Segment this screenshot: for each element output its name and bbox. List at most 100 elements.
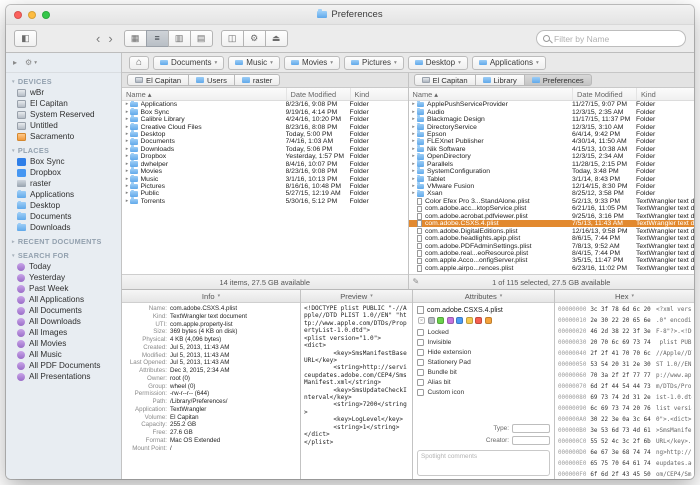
file-row[interactable]: ▸Nik Software4/15/13, 10:38 AMFolder — [409, 146, 695, 153]
file-row[interactable]: ▸Epson6/4/14, 9:42 PMFolder — [409, 131, 695, 138]
sidebar-section-devices[interactable]: ▾DEVICES — [6, 73, 121, 87]
sidebar-item-yesterday[interactable]: Yesterday — [6, 272, 121, 283]
close-button[interactable] — [14, 11, 22, 19]
path-shortcut-pictures[interactable]: Pictures▾ — [344, 56, 404, 70]
file-row[interactable]: ▸VMware Fusion12/14/15, 8:30 PMFolder — [409, 183, 695, 190]
sidebar-item-untitled[interactable]: Untitled — [6, 120, 121, 131]
sidebar-item-documents[interactable]: Documents — [6, 211, 121, 222]
file-row[interactable]: ▸Parallels11/28/15, 2:15 PMFolder — [409, 161, 695, 168]
sidebar-item-all-documents[interactable]: All Documents — [6, 305, 121, 316]
column-header-date-modified[interactable]: Date Modified — [572, 88, 636, 100]
path-shortcut-applications[interactable]: Applications▾ — [472, 56, 546, 70]
back-button[interactable]: ‹ — [93, 32, 103, 45]
file-row[interactable]: ▸Box Sync9/19/16, 4:14 PMFolder — [122, 108, 408, 115]
info-module-header[interactable]: Info ▾ — [122, 290, 300, 303]
file-row[interactable]: ▸Calibre Library4/24/16, 10:20 PMFolder — [122, 116, 408, 123]
label-none-swatch[interactable]: × — [418, 317, 425, 324]
label-color-swatch[interactable] — [447, 317, 454, 324]
sidebar-item-all-music[interactable]: All Music — [6, 349, 121, 360]
checkbox-alias-bit[interactable]: Alias bit — [417, 377, 486, 387]
file-row[interactable]: ▸DownloadsToday, 5:06 PMFolder — [122, 146, 408, 153]
file-row[interactable]: com.adobe.CSXS.4.plist7/5/13, 11:43 AMTe… — [409, 220, 695, 227]
column-header-name[interactable]: Name ▴ — [409, 88, 573, 100]
file-row[interactable]: com.apple.Acco...onfigServer.plist3/5/15… — [409, 257, 695, 264]
label-color-swatch[interactable] — [428, 317, 435, 324]
minimize-button[interactable] — [28, 11, 36, 19]
sidebar-item-system-reserved[interactable]: System Reserved — [6, 109, 121, 120]
sidebar-item-box-sync[interactable]: Box Sync — [6, 156, 121, 167]
file-row[interactable]: com.adobe.headlights.apip.plist8/6/15, 7… — [409, 235, 695, 242]
column-header-name[interactable]: Name ▴ — [122, 88, 286, 100]
sidebar-item-sacramento[interactable]: Sacramento — [6, 131, 121, 142]
file-row[interactable]: ▸FLEXnet Publisher4/30/14, 11:50 AMFolde… — [409, 138, 695, 145]
zoom-button[interactable] — [42, 11, 50, 19]
file-row[interactable]: Color Efex Pro 3...StandAlone.plist5/2/1… — [409, 198, 695, 205]
path-shortcut-music[interactable]: Music▾ — [228, 56, 280, 70]
file-row[interactable]: com.adobe.acc...ktopService.plist6/21/16… — [409, 205, 695, 212]
attr-field-input[interactable] — [512, 424, 550, 433]
label-color-swatch[interactable] — [466, 317, 473, 324]
file-row[interactable]: com.apple.airpo...rences.plist6/23/16, 1… — [409, 265, 695, 272]
file-row[interactable]: ▸Tablet3/1/14, 8:43 PMFolder — [409, 175, 695, 182]
dual-pane-button[interactable]: ◫ — [221, 30, 244, 47]
sidebar-item-past-week[interactable]: Past Week — [6, 283, 121, 294]
attr-field-input[interactable] — [512, 436, 550, 445]
column-header-kind[interactable]: Kind — [636, 88, 694, 100]
sidebar-item-downloads[interactable]: Downloads — [6, 222, 121, 233]
eject-button[interactable]: ⏏ — [265, 30, 288, 47]
titlebar[interactable]: Preferences — [6, 5, 694, 25]
column-view-button[interactable]: ▥ — [168, 30, 191, 47]
sidebar-item-wbr[interactable]: wBr — [6, 87, 121, 98]
sidebar-item-applications[interactable]: Applications — [6, 189, 121, 200]
path-shortcut-desktop[interactable]: Desktop▾ — [408, 56, 468, 70]
file-row[interactable]: ▸Torrents5/30/16, 5:12 PMFolder — [122, 198, 408, 205]
label-color-swatch[interactable] — [437, 317, 444, 324]
sidebar-disclosure-button[interactable]: ▸ — [13, 58, 17, 67]
label-color-swatch[interactable] — [475, 317, 482, 324]
forward-button[interactable]: › — [105, 32, 115, 45]
sidebar-item-all-images[interactable]: All Images — [6, 327, 121, 338]
edit-icon[interactable]: ✎ — [413, 278, 420, 286]
sidebar-section-search-for[interactable]: ▾SEARCH FOR — [6, 247, 121, 261]
sidebar-section-places[interactable]: ▾PLACES — [6, 142, 121, 156]
coverflow-view-button[interactable]: ▤ — [190, 30, 213, 47]
file-row[interactable]: ▸Creative Cloud Files8/23/16, 8:08 PMFol… — [122, 123, 408, 130]
file-row[interactable]: com.adobe.acrobat.pdfviewer.plist9/25/16… — [409, 213, 695, 220]
file-row[interactable]: com.adobe.PDFAdminSettings.plist7/8/13, … — [409, 242, 695, 249]
breadcrumb-users[interactable]: Users — [188, 74, 235, 86]
home-button[interactable]: ⌂ — [129, 56, 149, 70]
path-shortcut-movies[interactable]: Movies▾ — [284, 56, 340, 70]
spotlight-comments-box[interactable]: Spotlight comments — [417, 450, 550, 476]
file-row[interactable]: com.adobe.real...eoResource.plist8/4/15,… — [409, 250, 695, 257]
breadcrumb-el-capitan[interactable]: El Capitan — [414, 74, 476, 86]
sidebar-section-recent-documents[interactable]: ▸RECENT DOCUMENTS — [6, 233, 121, 247]
checkbox-invisible[interactable]: Invisible — [417, 337, 486, 347]
sidebar-item-today[interactable]: Today — [6, 261, 121, 272]
file-row[interactable]: ▸dwhelper8/4/16, 10:07 PMFolder — [122, 161, 408, 168]
sidebar-item-all-movies[interactable]: All Movies — [6, 338, 121, 349]
sidebar-item-raster[interactable]: raster — [6, 178, 121, 189]
file-row[interactable]: ▸OpenDirectory12/3/15, 2:34 AMFolder — [409, 153, 695, 160]
label-color-swatch[interactable] — [456, 317, 463, 324]
file-row[interactable]: ▸Public5/27/15, 12:19 AMFolder — [122, 190, 408, 197]
checkbox-stationery-pad[interactable]: Stationery Pad — [417, 357, 486, 367]
file-row[interactable]: ▸Music3/1/16, 10:13 PMFolder — [122, 175, 408, 182]
breadcrumb-library[interactable]: Library — [475, 74, 525, 86]
file-row[interactable]: ▸Xsan8/25/12, 3:58 PMFolder — [409, 190, 695, 197]
file-row[interactable]: ▸SystemConfigurationToday, 3:48 PMFolder — [409, 168, 695, 175]
label-color-swatch[interactable] — [485, 317, 492, 324]
checkbox-hide-extension[interactable]: Hide extension — [417, 347, 486, 357]
file-row[interactable]: com.adobe.DigitalEditions.plist12/16/13,… — [409, 227, 695, 234]
file-row[interactable]: ▸DropboxYesterday, 1:57 PMFolder — [122, 153, 408, 160]
breadcrumb-el-capitan[interactable]: El Capitan — [127, 74, 189, 86]
preview-module-header[interactable]: Preview ▾ — [301, 290, 412, 303]
filter-by-name-field[interactable] — [536, 30, 686, 47]
column-header-kind[interactable]: Kind — [350, 88, 408, 100]
attributes-module-header[interactable]: Attributes ▾ — [413, 290, 554, 303]
checkbox-locked[interactable]: Locked — [417, 327, 486, 337]
file-row[interactable]: ▸Applications8/23/16, 9:08 PMFolder — [122, 101, 408, 108]
file-row[interactable]: ▸Movies8/23/16, 9:08 PMFolder — [122, 168, 408, 175]
file-row[interactable]: ▸Audio12/3/15, 2:35 AMFolder — [409, 108, 695, 115]
action-gear-button[interactable]: ⚙ — [243, 30, 266, 47]
checkbox-custom-icon[interactable]: Custom icon — [417, 387, 486, 397]
